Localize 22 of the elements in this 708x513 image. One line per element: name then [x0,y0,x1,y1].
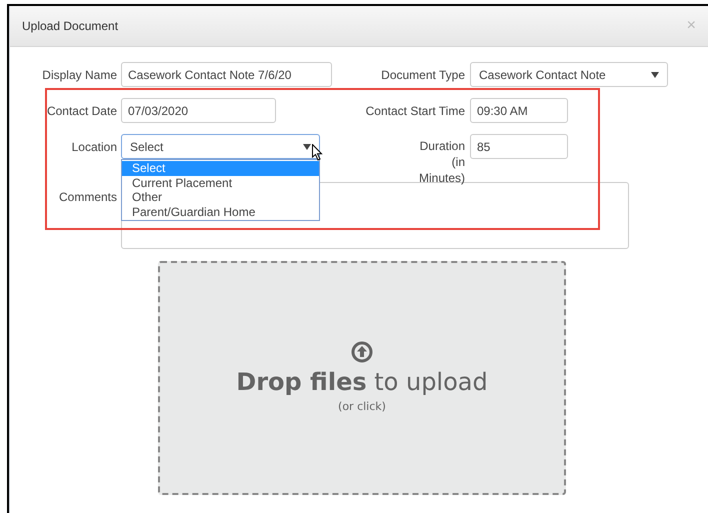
field-label: Document Type [380,66,465,84]
date-field[interactable]: 07/03/2020 [121,98,276,123]
dropdown-option[interactable]: Parent/Guardian Home [122,204,319,219]
field-label: Duration (in Minutes) [418,138,465,186]
field-label: Contact Date [46,102,117,120]
number-field[interactable]: 85 [470,134,568,159]
time-field[interactable]: 09:30 AM [470,98,568,123]
dropzone-title: Drop files to upload [236,366,488,397]
field-label: Contact Start Time [364,102,465,120]
dropdown-option[interactable]: Current Placement [122,176,319,190]
dialog-title: Upload Document [22,18,118,35]
file-dropzone[interactable]: Drop files to upload (or click) [158,261,566,495]
upload-icon [351,340,373,363]
field-label: Location [70,138,117,156]
field-label: Display Name [41,66,117,84]
select-field[interactable]: Casework Contact Note [470,62,668,87]
dropdown-option[interactable]: Other [122,190,319,204]
field-label: Comments [58,189,117,206]
input-field[interactable]: Casework Contact Note 7/6/20 [121,62,332,87]
dropzone-hint: (or click) [338,398,386,415]
caret-icon [651,72,659,78]
caret-icon [303,144,311,150]
